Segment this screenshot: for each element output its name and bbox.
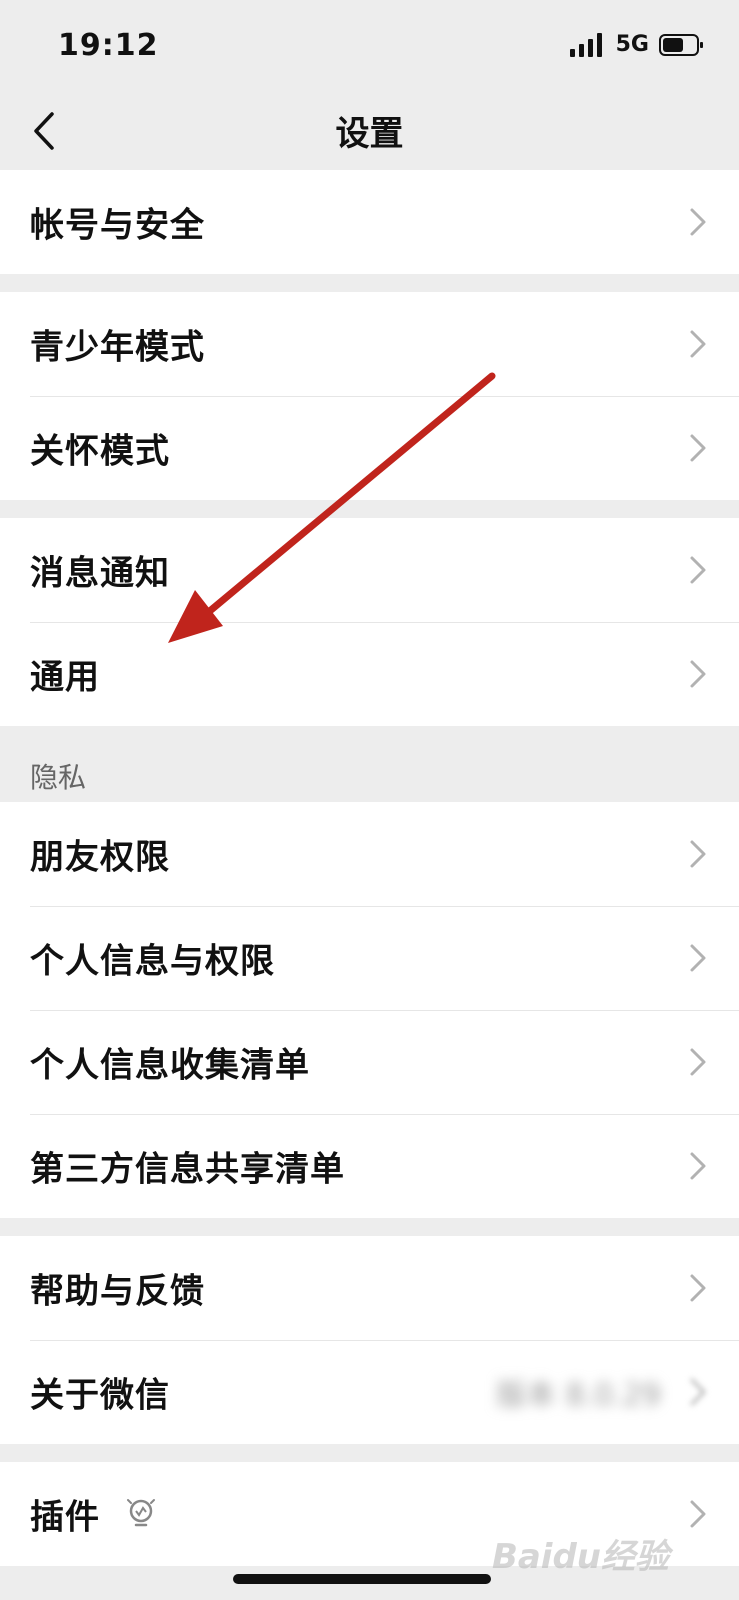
personal-info-permissions-item[interactable]: 个人信息与权限 <box>0 906 739 1010</box>
version-value: 版本 8.0.29 <box>496 1378 661 1413</box>
cell-label: 消息通知 <box>30 553 170 594</box>
teen-mode-item[interactable]: 青少年模式 <box>0 292 739 396</box>
chevron-right-icon <box>690 840 706 868</box>
about-wechat-item[interactable]: 关于微信 版本 8.0.29 <box>0 1340 739 1444</box>
cell-label: 第三方信息共享清单 <box>30 1149 345 1190</box>
personal-info-collection-list-item[interactable]: 个人信息收集清单 <box>0 1010 739 1114</box>
status-indicators: 5G <box>569 32 705 57</box>
group-gap <box>0 274 739 292</box>
cellular-signal-icon <box>569 32 602 57</box>
cell-label: 个人信息与权限 <box>30 941 275 982</box>
chevron-right-icon <box>690 556 706 584</box>
settings-group-support: 帮助与反馈 关于微信 版本 8.0.29 <box>0 1236 739 1444</box>
cell-label: 个人信息收集清单 <box>30 1045 310 1086</box>
chevron-right-icon <box>690 1152 706 1180</box>
cell-label: 插件 <box>30 1497 100 1538</box>
status-time: 19:12 <box>58 28 159 63</box>
chevron-right-icon <box>690 1378 706 1406</box>
cell-label: 朋友权限 <box>30 837 170 878</box>
account-security-item[interactable]: 帐号与安全 <box>0 170 739 274</box>
settings-group-privacy: 朋友权限 个人信息与权限 个人信息收集清单 第三方信息共享清单 <box>0 802 739 1218</box>
chevron-right-icon <box>690 330 706 358</box>
chevron-right-icon <box>690 208 706 236</box>
care-mode-item[interactable]: 关怀模式 <box>0 396 739 500</box>
lightbulb-icon <box>127 1499 155 1527</box>
status-bar: 19:12 5G <box>0 0 739 92</box>
chevron-right-icon <box>690 1500 706 1528</box>
third-party-sharing-list-item[interactable]: 第三方信息共享清单 <box>0 1114 739 1218</box>
cell-label: 帐号与安全 <box>30 205 205 246</box>
group-gap <box>0 1218 739 1236</box>
privacy-section-header: 隐私 <box>0 726 739 802</box>
friend-permissions-item[interactable]: 朋友权限 <box>0 802 739 906</box>
home-indicator[interactable] <box>233 1574 491 1584</box>
cell-label: 通用 <box>30 657 100 698</box>
chevron-right-icon <box>690 944 706 972</box>
settings-group-account: 帐号与安全 <box>0 170 739 274</box>
cell-label: 关于微信 <box>30 1375 170 1416</box>
chevron-right-icon <box>690 434 706 462</box>
chevron-right-icon <box>690 1274 706 1302</box>
settings-group-general: 消息通知 通用 <box>0 518 739 726</box>
section-header-label: 隐私 <box>30 761 87 794</box>
group-gap <box>0 1444 739 1462</box>
battery-icon <box>659 33 703 56</box>
baidu-watermark: Baidu经验 <box>491 1537 669 1577</box>
cell-label: 帮助与反馈 <box>30 1271 205 1312</box>
navigation-bar: 设置 <box>0 92 739 170</box>
notifications-item[interactable]: 消息通知 <box>0 518 739 622</box>
help-feedback-item[interactable]: 帮助与反馈 <box>0 1236 739 1340</box>
group-gap <box>0 500 739 518</box>
chevron-right-icon <box>690 660 706 688</box>
cell-label: 关怀模式 <box>30 431 170 472</box>
settings-group-modes: 青少年模式 关怀模式 <box>0 292 739 500</box>
cell-label: 青少年模式 <box>30 327 205 368</box>
general-item[interactable]: 通用 <box>0 622 739 726</box>
chevron-right-icon <box>690 1048 706 1076</box>
network-type: 5G <box>615 32 649 57</box>
page-title: 设置 <box>335 114 404 154</box>
